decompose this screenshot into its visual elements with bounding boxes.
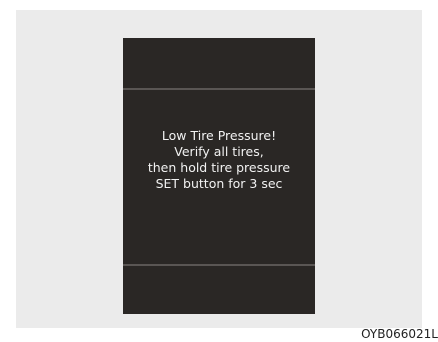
figure-code: OYB066021L — [361, 327, 438, 341]
warning-line-1: Low Tire Pressure! — [161, 128, 277, 143]
display-bottom-divider — [123, 264, 315, 266]
tire-pressure-warning-message: Low Tire Pressure! Verify all tires, the… — [123, 128, 315, 192]
warning-line-2: Verify all tires, — [174, 144, 264, 159]
display-top-divider — [123, 88, 315, 90]
cluster-display: Low Tire Pressure! Verify all tires, the… — [123, 38, 315, 314]
warning-line-3: then hold tire pressure — [147, 160, 291, 175]
warning-line-4: SET button for 3 sec — [155, 176, 283, 191]
